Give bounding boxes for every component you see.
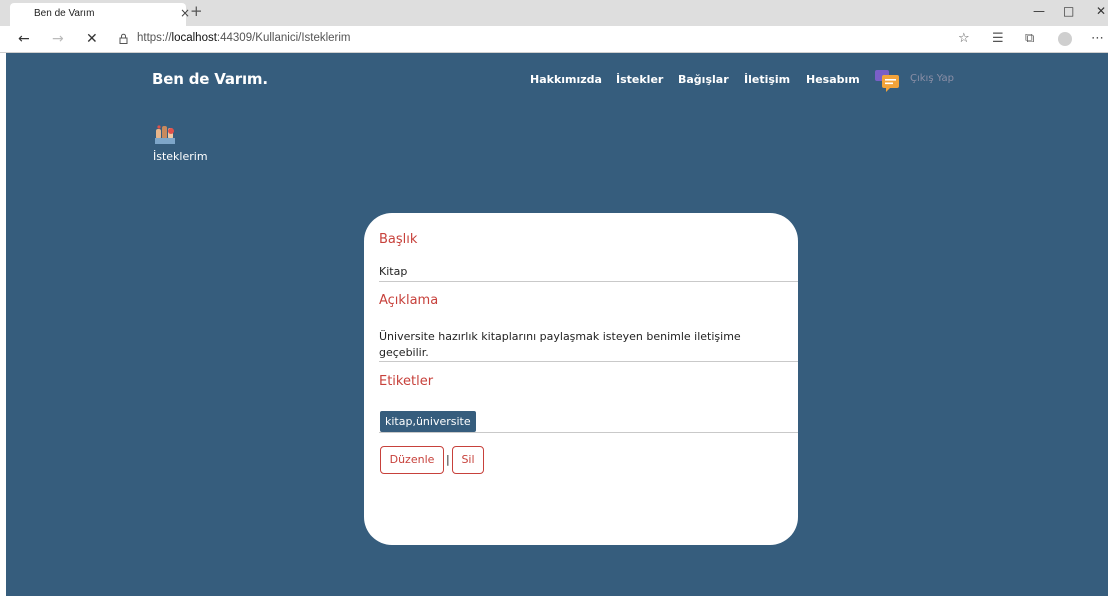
stop-icon[interactable]: ✕ bbox=[86, 31, 98, 47]
back-icon[interactable]: ← bbox=[18, 31, 30, 47]
nav-istekler[interactable]: İstekler bbox=[616, 73, 663, 86]
lock-icon bbox=[119, 33, 128, 44]
raised-hands-icon bbox=[155, 125, 175, 144]
divider bbox=[379, 432, 798, 433]
delete-button[interactable]: Sil bbox=[452, 446, 484, 474]
minimize-icon[interactable]: — bbox=[1033, 4, 1045, 18]
title-value: Kitap bbox=[379, 265, 408, 278]
description-label: Açıklama bbox=[379, 293, 439, 308]
nav-hakkimizda[interactable]: Hakkımızda bbox=[530, 73, 602, 86]
my-requests-label: İsteklerim bbox=[153, 150, 208, 163]
nav-iletisim[interactable]: İletişim bbox=[744, 73, 790, 86]
chat-icon bbox=[875, 70, 899, 92]
nav-hesabim[interactable]: Hesabım bbox=[806, 73, 860, 86]
page: Ben de Varım. Hakkımızda İstekler Bağışl… bbox=[6, 53, 1108, 596]
new-tab-icon[interactable]: + bbox=[190, 2, 203, 20]
divider bbox=[379, 361, 798, 362]
address-bar: ← → ✕ https://localhost:44309/Kullanici/… bbox=[0, 26, 1108, 53]
forward-icon[interactable]: → bbox=[52, 31, 64, 47]
maximize-icon[interactable]: □ bbox=[1063, 4, 1074, 18]
tags-label: Etiketler bbox=[379, 374, 434, 389]
tab-title: Ben de Varım bbox=[34, 8, 95, 19]
nav-bagislar[interactable]: Bağışlar bbox=[678, 73, 729, 86]
button-separator: | bbox=[446, 453, 450, 466]
divider bbox=[379, 281, 798, 282]
browser-tab[interactable]: Ben de Varım × bbox=[10, 3, 190, 26]
brand-logo[interactable]: Ben de Varım. bbox=[152, 70, 268, 88]
close-icon[interactable]: ✕ bbox=[1096, 4, 1106, 18]
edit-button[interactable]: Düzenle bbox=[380, 446, 444, 474]
request-card: Başlık Kitap Açıklama Üniversite hazırlı… bbox=[364, 213, 798, 545]
tag-badge: kitap,üniversite bbox=[380, 411, 476, 432]
profile-icon[interactable] bbox=[1058, 32, 1072, 46]
collections-icon[interactable]: ⧉ bbox=[1025, 31, 1034, 46]
description-value: Üniversite hazırlık kitaplarını paylaşma… bbox=[379, 330, 741, 359]
more-icon[interactable]: ⋯ bbox=[1091, 31, 1104, 46]
logout-link[interactable]: Çıkış Yap bbox=[910, 73, 954, 84]
star-icon[interactable]: ☆ bbox=[958, 31, 970, 46]
url-field[interactable]: https://localhost:44309/Kullanici/Istekl… bbox=[137, 32, 351, 44]
title-label: Başlık bbox=[379, 232, 418, 247]
browser-tab-strip: Ben de Varım × + — □ ✕ bbox=[0, 0, 1108, 26]
favorites-icon[interactable]: ☰ bbox=[992, 31, 1004, 46]
tab-close-icon[interactable]: × bbox=[180, 6, 190, 20]
